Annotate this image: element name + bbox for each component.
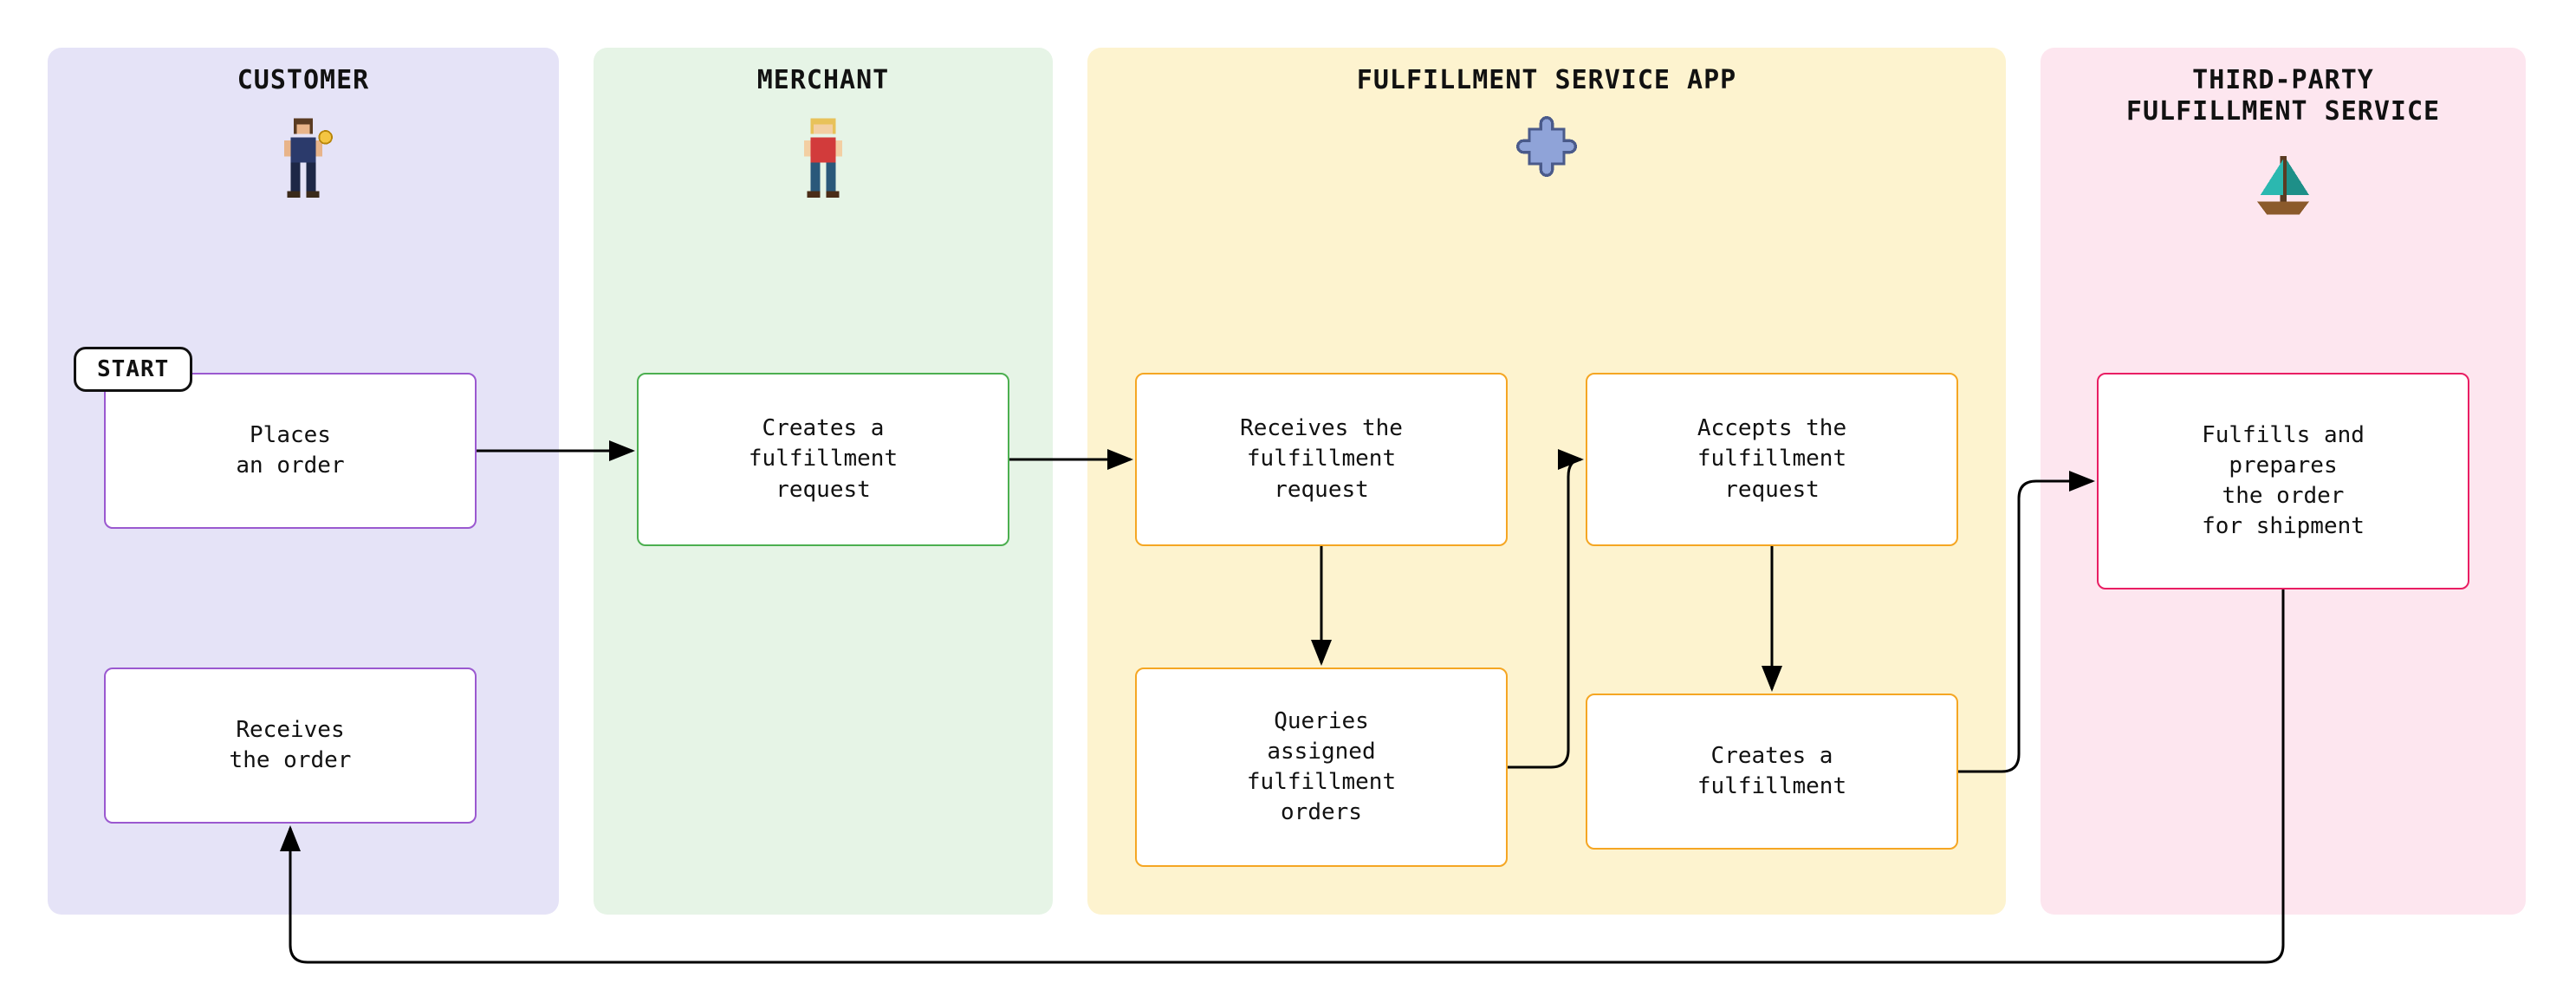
column-thirdparty-title: THIRD-PARTY FULFILLMENT SERVICE bbox=[2041, 65, 2526, 127]
box-places-order: Places an order bbox=[104, 373, 477, 529]
box-receives-request: Receives the fulfillment request bbox=[1135, 373, 1508, 546]
customer-icon bbox=[264, 112, 342, 207]
diagram-canvas: CUSTOMER MERCHANT bbox=[0, 0, 2576, 990]
column-customer-title: CUSTOMER bbox=[48, 65, 559, 96]
column-app-title: FULFILLMENT SERVICE APP bbox=[1087, 65, 2006, 96]
box-creates-request: Creates a fulfillment request bbox=[637, 373, 1009, 546]
boat-icon bbox=[2244, 143, 2322, 221]
start-badge: START bbox=[74, 347, 192, 392]
box-queries-orders: Queries assigned fulfillment orders bbox=[1135, 668, 1508, 867]
column-merchant-title: MERCHANT bbox=[594, 65, 1053, 96]
box-fulfills-prepares: Fulfills and prepares the order for ship… bbox=[2097, 373, 2469, 589]
box-accepts-request: Accepts the fulfillment request bbox=[1586, 373, 1958, 546]
puzzle-icon bbox=[1512, 112, 1581, 181]
box-receives-order: Receives the order bbox=[104, 668, 477, 824]
merchant-icon bbox=[784, 112, 862, 207]
box-creates-fulfillment: Creates a fulfillment bbox=[1586, 694, 1958, 850]
